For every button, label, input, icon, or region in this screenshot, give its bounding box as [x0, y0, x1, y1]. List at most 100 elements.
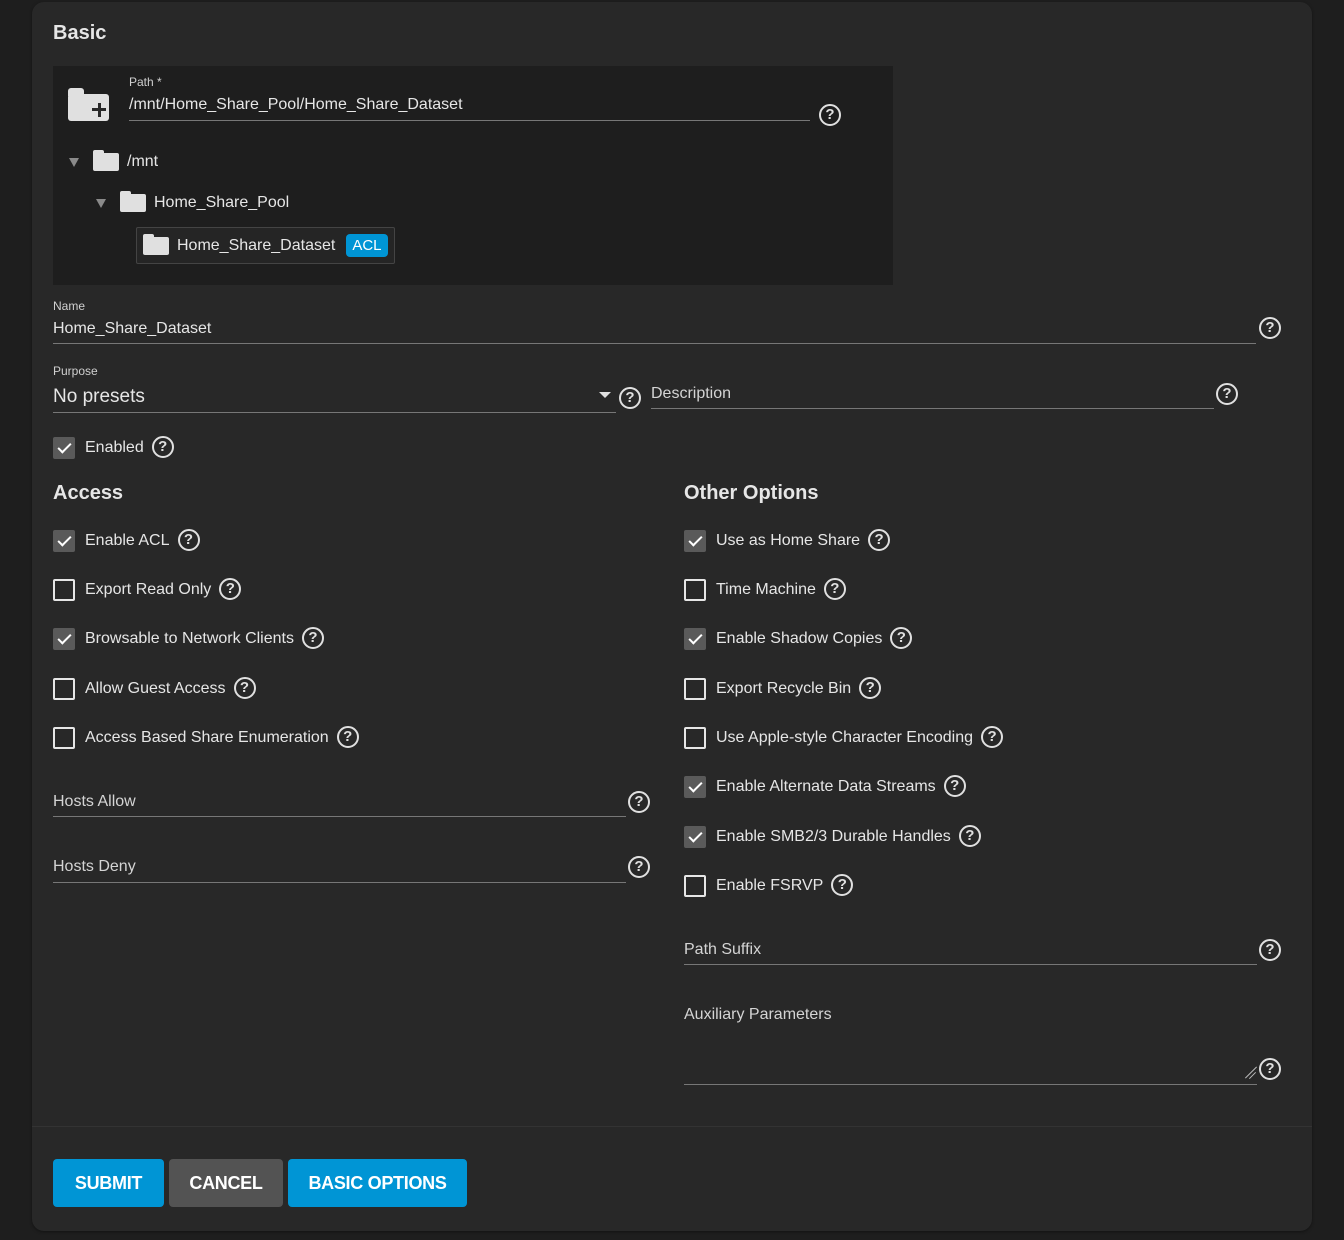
actions-divider	[32, 1126, 1312, 1127]
browsable-help-icon[interactable]: ?	[301, 627, 324, 649]
home-share-label: Use as Home Share	[716, 532, 861, 549]
abe-help-icon[interactable]: ?	[336, 726, 359, 748]
enable-acl-row[interactable]: Enable ACL ?	[53, 528, 200, 554]
fsrvp-help-icon[interactable]: ?	[831, 874, 854, 896]
name-help-icon[interactable]: ?	[1259, 317, 1281, 339]
home-share-row[interactable]: Use as Home Share ?	[684, 528, 891, 554]
home-share-checkbox[interactable]	[684, 530, 706, 552]
folder-icon	[93, 150, 119, 171]
apple-encoding-label: Use Apple-style Character Encoding	[716, 729, 974, 746]
path-explorer: Path * /mnt/Home_Share_Pool/Home_Share_D…	[53, 66, 893, 285]
enabled-checkbox-row[interactable]: Enabled ?	[53, 435, 174, 461]
hosts-allow-input[interactable]: Hosts Allow	[53, 793, 136, 811]
expand-caret-icon[interactable]	[96, 198, 106, 208]
resize-handle-icon[interactable]	[1241, 1066, 1258, 1080]
access-section-title: Access	[53, 482, 124, 504]
tree-node-mnt[interactable]: /mnt	[69, 147, 158, 177]
time-machine-label: Time Machine	[716, 581, 816, 598]
aux-params-help-icon[interactable]: ?	[1259, 1058, 1281, 1080]
apple-encoding-checkbox[interactable]	[684, 727, 706, 749]
export-read-only-checkbox[interactable]	[53, 579, 75, 601]
basic-section-title: Basic	[53, 22, 107, 44]
time-machine-row[interactable]: Time Machine ?	[684, 577, 846, 603]
durable-handles-row[interactable]: Enable SMB2/3 Durable Handles ?	[684, 824, 981, 850]
tree-node-dataset[interactable]: Home_Share_Dataset ACL	[136, 227, 395, 264]
enabled-help-icon[interactable]: ?	[151, 436, 174, 458]
abe-checkbox[interactable]	[53, 727, 75, 749]
path-label: Path *	[129, 75, 162, 89]
shadow-copies-label: Enable Shadow Copies	[716, 630, 883, 647]
enable-acl-checkbox[interactable]	[53, 530, 75, 552]
aux-params-label: Auxiliary Parameters	[684, 1006, 832, 1023]
export-read-only-row[interactable]: Export Read Only ?	[53, 577, 242, 603]
submit-button[interactable]: SUBMIT	[53, 1159, 164, 1207]
tree-node-label: Home_Share_Pool	[154, 194, 290, 211]
tree-node-label: /mnt	[127, 153, 159, 170]
name-input-underline	[53, 343, 1256, 344]
shadow-copies-help-icon[interactable]: ?	[890, 627, 913, 649]
purpose-help-icon[interactable]: ?	[619, 387, 641, 409]
basic-options-button[interactable]: BASIC OPTIONS	[288, 1159, 467, 1207]
name-label: Name	[53, 299, 86, 313]
apple-encoding-row[interactable]: Use Apple-style Character Encoding ?	[684, 725, 1004, 751]
folder-icon	[143, 233, 169, 255]
path-help-icon[interactable]: ?	[819, 104, 841, 126]
description-help-icon[interactable]: ?	[1216, 383, 1238, 405]
fsrvp-checkbox[interactable]	[684, 875, 706, 897]
hosts-deny-input[interactable]: Hosts Deny	[53, 858, 136, 876]
acl-badge: ACL	[346, 234, 388, 257]
enabled-checkbox[interactable]	[53, 437, 75, 459]
export-read-only-label: Export Read Only	[85, 581, 212, 598]
purpose-label: Purpose	[53, 364, 98, 378]
enable-acl-label: Enable ACL	[85, 532, 170, 549]
ads-row[interactable]: Enable Alternate Data Streams ?	[684, 774, 966, 800]
ads-help-icon[interactable]: ?	[943, 775, 966, 797]
ads-checkbox[interactable]	[684, 776, 706, 798]
guest-access-label: Allow Guest Access	[85, 680, 226, 697]
abe-row[interactable]: Access Based Share Enumeration ?	[53, 725, 359, 751]
aux-params-textarea[interactable]	[684, 1032, 1257, 1082]
path-input[interactable]: /mnt/Home_Share_Pool/Home_Share_Dataset	[129, 96, 463, 114]
guest-access-help-icon[interactable]: ?	[233, 677, 256, 699]
enable-acl-help-icon[interactable]: ?	[177, 529, 200, 551]
export-read-only-help-icon[interactable]: ?	[219, 578, 242, 600]
purpose-select[interactable]: No presets	[53, 386, 145, 408]
tree-node-pool[interactable]: Home_Share_Pool	[96, 188, 289, 218]
browsable-row[interactable]: Browsable to Network Clients ?	[53, 626, 324, 652]
shadow-copies-row[interactable]: Enable Shadow Copies ?	[684, 626, 913, 652]
recycle-bin-help-icon[interactable]: ?	[859, 677, 882, 699]
hosts-allow-help-icon[interactable]: ?	[628, 791, 650, 813]
shadow-copies-checkbox[interactable]	[684, 628, 706, 650]
smb-share-form: Basic Path * /mnt/Home_Share_Pool/Home_S…	[32, 2, 1312, 1231]
description-input[interactable]: Description	[651, 385, 731, 403]
folder-icon	[120, 191, 146, 212]
abe-label: Access Based Share Enumeration	[85, 729, 329, 746]
fsrvp-label: Enable FSRVP	[716, 877, 824, 894]
hosts-deny-underline	[53, 882, 626, 883]
name-input[interactable]: Home_Share_Dataset	[53, 320, 211, 338]
recycle-bin-row[interactable]: Export Recycle Bin ?	[684, 676, 882, 702]
path-suffix-input[interactable]: Path Suffix	[684, 941, 761, 959]
guest-access-checkbox[interactable]	[53, 678, 75, 700]
time-machine-checkbox[interactable]	[684, 579, 706, 601]
durable-handles-label: Enable SMB2/3 Durable Handles	[716, 828, 951, 845]
dropdown-arrow-icon[interactable]	[599, 392, 611, 398]
time-machine-help-icon[interactable]: ?	[823, 578, 846, 600]
durable-handles-help-icon[interactable]: ?	[958, 825, 981, 847]
hosts-deny-help-icon[interactable]: ?	[628, 856, 650, 878]
aux-params-underline	[684, 1084, 1257, 1085]
apple-encoding-help-icon[interactable]: ?	[981, 726, 1004, 748]
recycle-bin-checkbox[interactable]	[684, 678, 706, 700]
cancel-button[interactable]: CANCEL	[169, 1159, 283, 1207]
ads-label: Enable Alternate Data Streams	[716, 778, 936, 795]
expand-caret-icon[interactable]	[69, 157, 79, 167]
fsrvp-row[interactable]: Enable FSRVP ?	[684, 873, 854, 899]
home-share-help-icon[interactable]: ?	[868, 529, 891, 551]
guest-access-row[interactable]: Allow Guest Access ?	[53, 676, 256, 702]
purpose-select-underline	[53, 412, 616, 413]
browsable-checkbox[interactable]	[53, 628, 75, 650]
tree-node-label: Home_Share_Dataset	[177, 236, 336, 254]
durable-handles-checkbox[interactable]	[684, 826, 706, 848]
path-suffix-help-icon[interactable]: ?	[1259, 939, 1281, 961]
create-dataset-icon[interactable]	[68, 88, 110, 121]
